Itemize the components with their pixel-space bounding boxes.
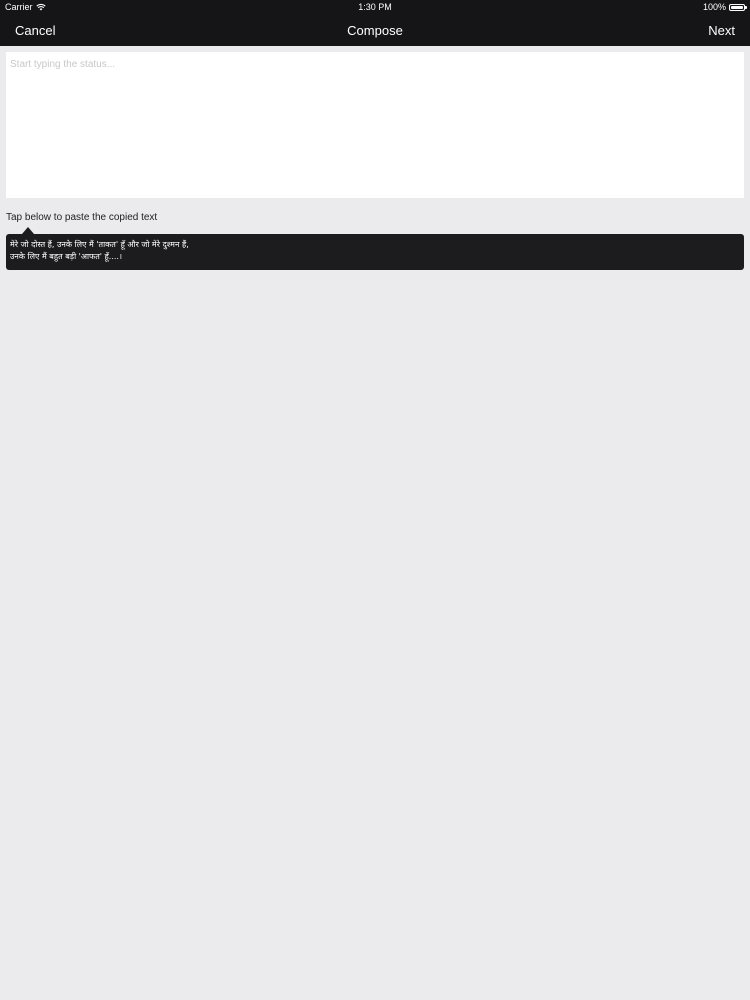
clipboard-text-line: उनके लिए मैं बहुत बड़ी 'आफत' हूँ....। — [10, 252, 122, 261]
navigation-bar: Cancel Compose Next — [0, 14, 750, 46]
battery-icon — [729, 3, 747, 11]
status-time: 1:30 PM — [358, 2, 392, 12]
status-bar: Carrier 1:30 PM 100% — [0, 0, 750, 14]
clipboard-text-line: मेरे जो दोस्त हैं, उनके लिए मैं 'ताकत' ह… — [10, 240, 189, 249]
top-bar: Carrier 1:30 PM 100% Cancel Compose Next — [0, 0, 750, 46]
clipboard-paste-button[interactable]: मेरे जो दोस्त हैं, उनके लिए मैं 'ताकत' ह… — [6, 234, 744, 270]
page-title: Compose — [347, 23, 403, 38]
status-right: 100% — [702, 2, 747, 12]
paste-hint-label: Tap below to paste the copied text — [6, 212, 158, 223]
clipboard-pointer — [22, 227, 34, 234]
status-text-input[interactable] — [6, 52, 744, 198]
next-button[interactable]: Next — [708, 23, 735, 38]
battery-percent: 100% — [702, 2, 726, 12]
